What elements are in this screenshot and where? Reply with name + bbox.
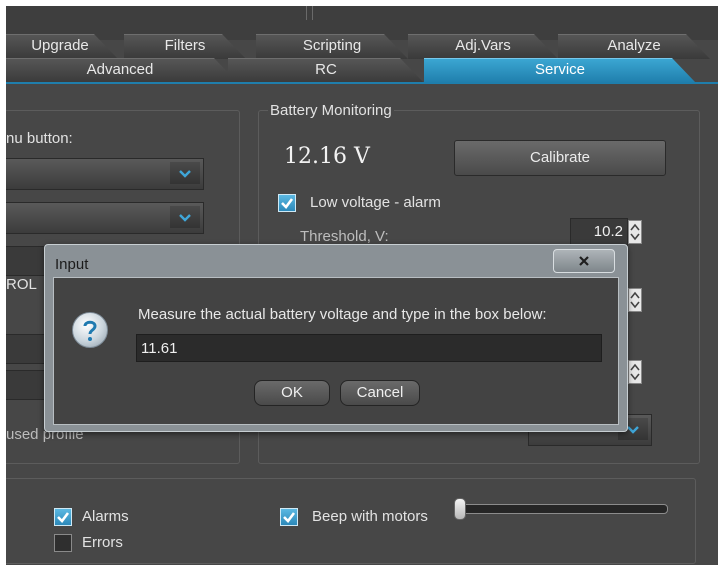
- chevron-down-icon: [627, 426, 639, 434]
- low-voltage-alarm-checkbox[interactable]: [278, 194, 296, 212]
- tab-scripting[interactable]: Scripting: [256, 34, 408, 59]
- divider: [312, 6, 313, 20]
- errors-checkbox[interactable]: [54, 534, 72, 552]
- spinner-arrows-icon: [630, 291, 640, 309]
- battery-voltage-readout: 12.16 V: [284, 144, 370, 169]
- alarms-checkbox[interactable]: [54, 508, 72, 526]
- cancel-button[interactable]: Cancel: [340, 380, 420, 406]
- check-icon: [281, 198, 294, 209]
- combo-arrow: [170, 162, 200, 184]
- dialog-title: Input: [55, 256, 89, 273]
- dialog-message: Measure the actual battery voltage and t…: [138, 306, 547, 323]
- battery-value-2-spinner[interactable]: [628, 288, 642, 312]
- chevron-down-icon: [179, 170, 191, 178]
- calibrate-button[interactable]: Calibrate: [454, 140, 666, 176]
- tab-label: RC: [315, 61, 337, 78]
- close-icon: [579, 256, 589, 266]
- menu-action-combo-1[interactable]: [6, 158, 204, 190]
- close-button[interactable]: [553, 249, 615, 273]
- beep-volume-slider-knob[interactable]: [454, 498, 466, 520]
- tab-label: Analyze: [607, 37, 661, 54]
- tab-label: Scripting: [302, 37, 362, 54]
- combo-arrow: [170, 206, 200, 228]
- voltage-input[interactable]: 11.61: [136, 334, 602, 362]
- battery-section-title: Battery Monitoring: [268, 102, 394, 119]
- menu-button-label: nu button:: [6, 130, 73, 147]
- beep-with-motors-checkbox[interactable]: [280, 508, 298, 526]
- low-voltage-alarm-label: Low voltage - alarm: [310, 194, 441, 211]
- beep-volume-slider[interactable]: [458, 504, 668, 514]
- battery-value-3-spinner[interactable]: [628, 360, 642, 384]
- input-dialog: Input Measure the actual battery voltage…: [44, 244, 628, 432]
- check-icon: [57, 512, 70, 523]
- question-mark-glyph: [83, 320, 97, 341]
- tab-analyze[interactable]: Analyze: [558, 34, 710, 59]
- tab-underline: [6, 82, 718, 84]
- threshold-label: Threshold, V:: [300, 228, 389, 245]
- menu-action-combo-2[interactable]: [6, 202, 204, 234]
- profile-label: ROL: [6, 276, 37, 293]
- divider: [306, 6, 307, 20]
- tab-service[interactable]: Service: [424, 58, 696, 83]
- ok-button[interactable]: OK: [254, 380, 330, 406]
- spinner-arrows-icon: [630, 223, 640, 241]
- tab-adj-vars[interactable]: Adj.Vars: [408, 34, 558, 59]
- threshold-spinner[interactable]: [628, 220, 642, 244]
- beep-with-motors-label: Beep with motors: [312, 508, 428, 525]
- app-window: Upgrade Filters Scripting Adj.Vars Analy…: [6, 6, 718, 565]
- chevron-down-icon: [179, 214, 191, 222]
- spinner-arrows-icon: [630, 363, 640, 381]
- tab-label: Service: [534, 61, 586, 78]
- tab-label: Filters: [164, 37, 206, 54]
- question-icon: [72, 312, 108, 348]
- alarms-label: Alarms: [82, 508, 129, 525]
- tab-label: Upgrade: [31, 37, 89, 54]
- threshold-input[interactable]: 10.2: [570, 218, 628, 246]
- tab-label: Advanced: [86, 61, 154, 78]
- tab-rc[interactable]: RC: [228, 58, 424, 83]
- tab-advanced[interactable]: Advanced: [6, 58, 238, 83]
- errors-label: Errors: [82, 534, 123, 551]
- check-icon: [283, 512, 296, 523]
- dialog-body: Measure the actual battery voltage and t…: [53, 277, 619, 425]
- tab-label: Adj.Vars: [455, 37, 511, 54]
